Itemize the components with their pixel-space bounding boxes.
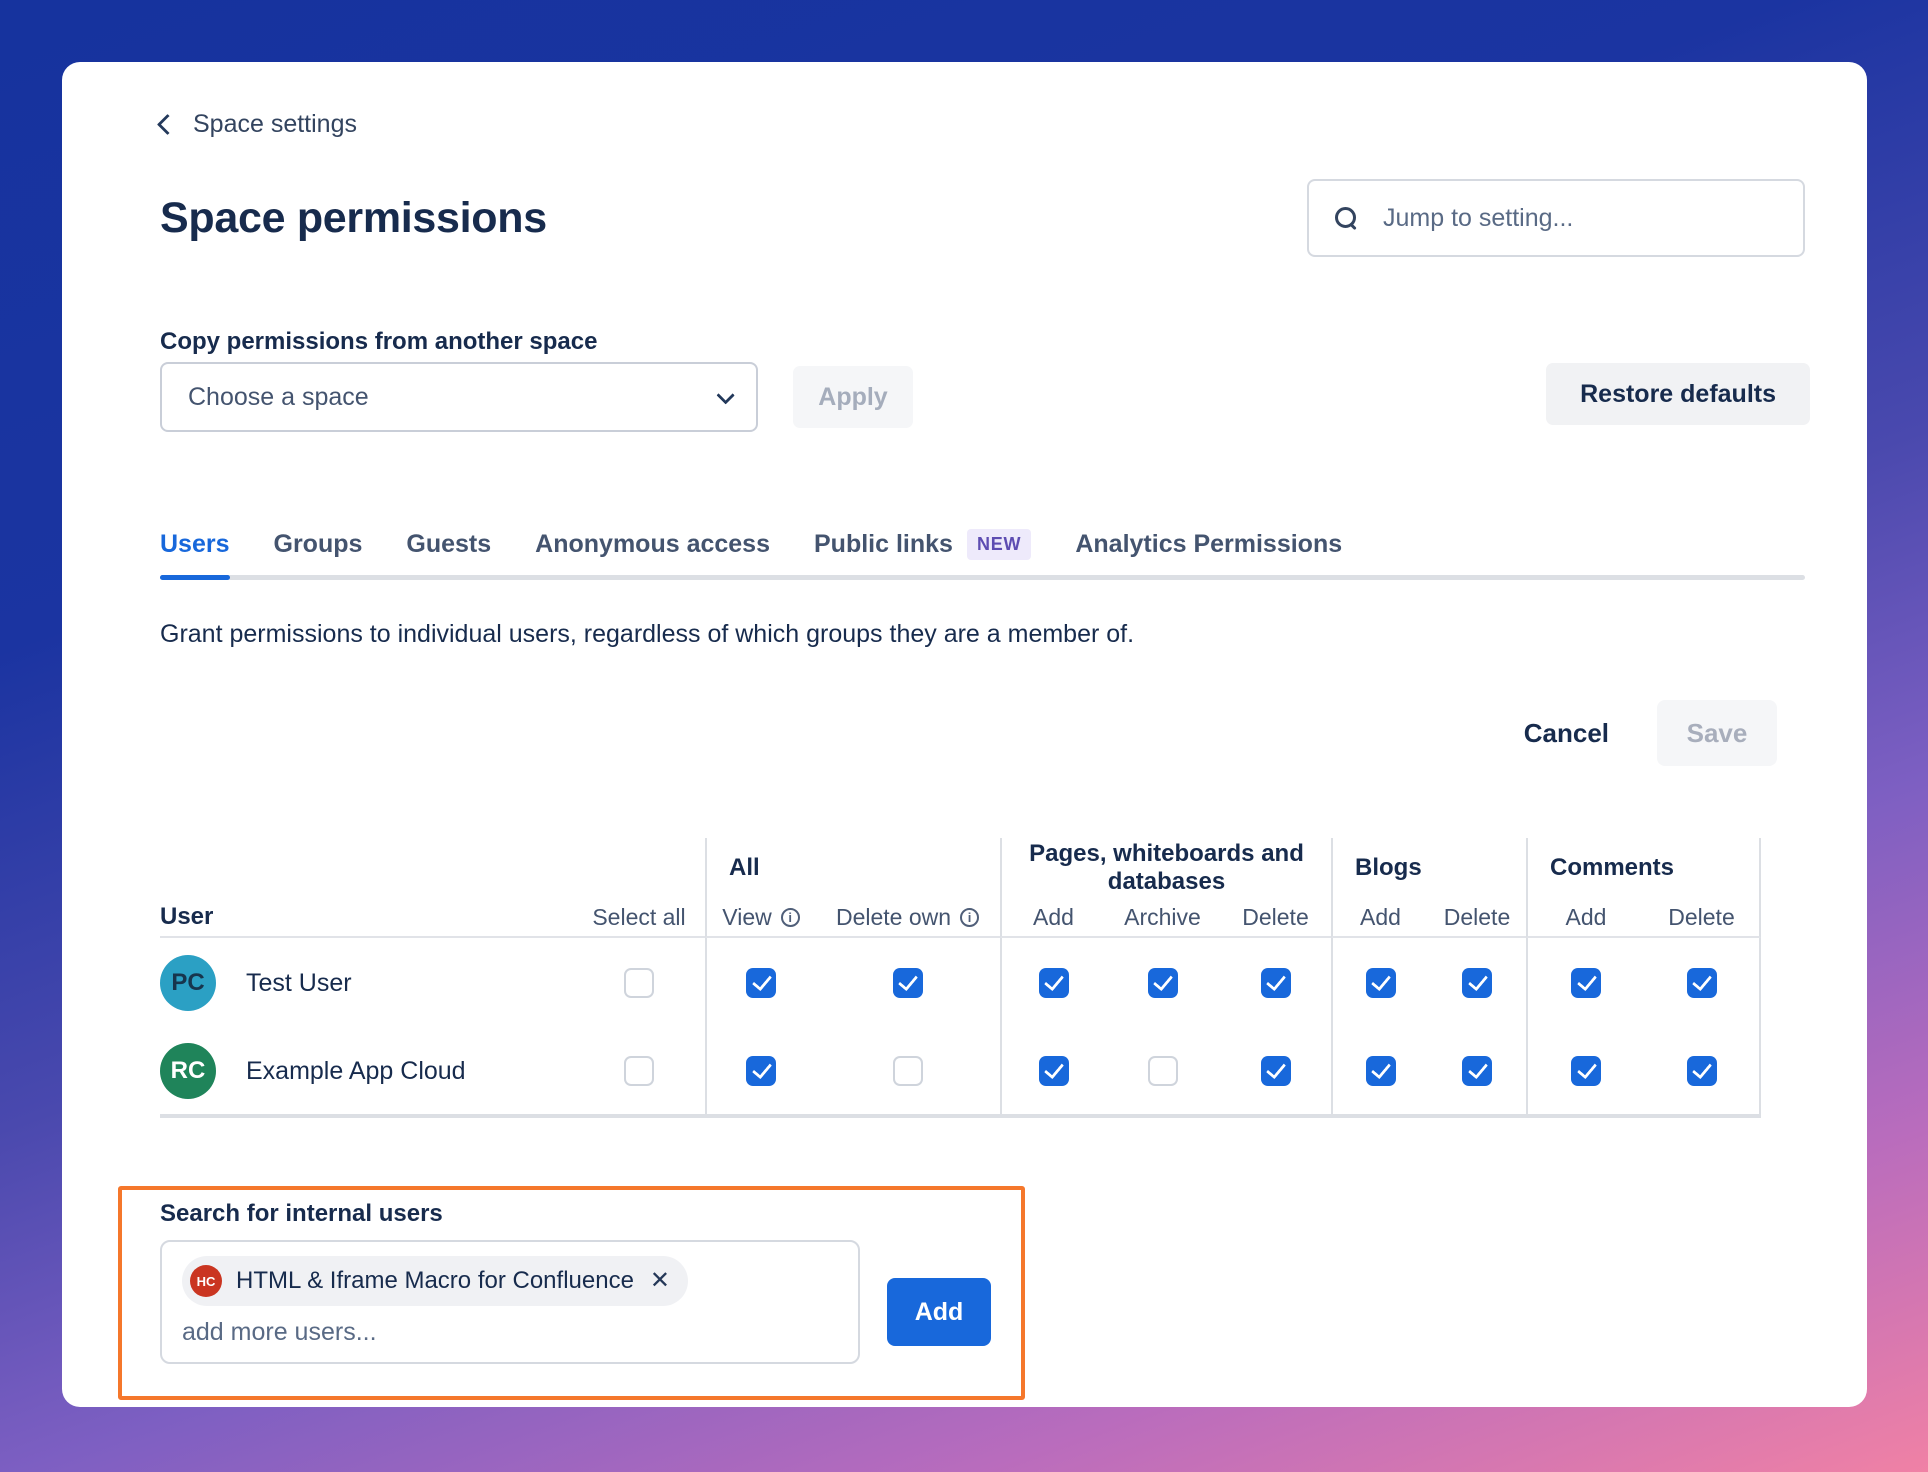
tab-public-links[interactable]: Public links NEW <box>814 529 1032 580</box>
pages-archive-checkbox[interactable] <box>1147 1056 1178 1086</box>
table-row-user: PC Test User <box>160 938 573 1028</box>
group-header-blogs: Blogs <box>1331 838 1526 898</box>
column-header-blogs-add: Add <box>1331 898 1428 938</box>
column-header-blogs-delete: Delete <box>1428 898 1526 938</box>
pages-delete-checkbox[interactable] <box>1260 968 1291 998</box>
column-header-select-all: Select all <box>573 898 705 938</box>
copy-permissions-label: Copy permissions from another space <box>160 328 598 355</box>
selected-user-chip[interactable]: HC HTML & Iframe Macro for Confluence ✕ <box>182 1256 689 1306</box>
back-label: Space settings <box>193 110 357 138</box>
cancel-button[interactable]: Cancel <box>1524 718 1609 749</box>
search-icon <box>1335 207 1357 229</box>
back-chevron-icon <box>156 113 179 136</box>
remove-icon[interactable]: ✕ <box>650 1269 670 1293</box>
pages-add-checkbox[interactable] <box>1038 1056 1069 1086</box>
tab-analytics-permissions[interactable]: Analytics Permissions <box>1075 530 1342 580</box>
add-user-button[interactable]: Add <box>887 1278 991 1346</box>
back-to-space-settings-link[interactable]: Space settings <box>156 110 357 139</box>
avatar: PC <box>160 955 216 1011</box>
choose-space-select[interactable]: Choose a space <box>160 362 758 432</box>
comments-delete-checkbox[interactable] <box>1686 968 1717 998</box>
jump-to-setting-search[interactable]: Jump to setting... <box>1307 179 1805 257</box>
tab-users[interactable]: Users <box>160 530 230 580</box>
blogs-add-checkbox[interactable] <box>1365 1056 1396 1086</box>
blogs-add-checkbox[interactable] <box>1365 968 1396 998</box>
group-header-pages: Pages, whiteboards and databases <box>1000 838 1331 898</box>
picker-placeholder: add more users... <box>182 1318 377 1346</box>
pages-delete-checkbox[interactable] <box>1260 1056 1291 1086</box>
group-header-spacer <box>160 838 705 898</box>
new-badge: NEW <box>966 529 1032 560</box>
table-actions: Cancel Save <box>1524 700 1777 766</box>
avatar: HC <box>190 1265 222 1297</box>
column-header-delete-own: Delete own <box>815 898 1000 938</box>
desktop-background: Space settings Space permissions Jump to… <box>0 0 1928 1472</box>
permissions-tab-bar: Users Groups Guests Anonymous access Pub… <box>160 529 1805 580</box>
tab-description: Grant permissions to individual users, r… <box>160 620 1135 648</box>
view-checkbox[interactable] <box>746 968 776 998</box>
info-icon[interactable] <box>960 907 980 927</box>
info-icon[interactable] <box>780 907 800 927</box>
jump-search-placeholder: Jump to setting... <box>1383 203 1574 232</box>
blogs-delete-checkbox[interactable] <box>1462 968 1492 998</box>
delete-own-checkbox[interactable] <box>892 968 923 998</box>
group-header-all: All <box>705 838 1000 898</box>
search-internal-users-label: Search for internal users <box>160 1200 443 1227</box>
delete-own-checkbox[interactable] <box>892 1056 923 1086</box>
column-header-user: User <box>160 898 573 938</box>
user-name: Test User <box>246 968 352 997</box>
chevron-down-icon <box>716 385 735 405</box>
comments-delete-checkbox[interactable] <box>1686 1056 1717 1086</box>
comments-add-checkbox[interactable] <box>1571 1056 1601 1086</box>
pages-add-checkbox[interactable] <box>1038 968 1069 998</box>
group-header-comments: Comments <box>1526 838 1761 898</box>
column-header-pages-delete: Delete <box>1220 898 1331 938</box>
permissions-table: All Pages, whiteboards and databases Blo… <box>160 838 1761 1118</box>
space-permissions-card: Space settings Space permissions Jump to… <box>62 62 1867 1407</box>
view-checkbox[interactable] <box>746 1056 776 1086</box>
column-header-pages-add: Add <box>1000 898 1105 938</box>
chip-label: HTML & Iframe Macro for Confluence <box>236 1267 634 1294</box>
save-button[interactable]: Save <box>1657 700 1777 766</box>
user-picker-input[interactable]: HC HTML & Iframe Macro for Confluence ✕ … <box>160 1240 860 1364</box>
column-header-comments-delete: Delete <box>1644 898 1761 938</box>
blogs-delete-checkbox[interactable] <box>1462 1056 1492 1086</box>
column-header-pages-archive: Archive <box>1105 898 1220 938</box>
apply-button[interactable]: Apply <box>793 366 913 428</box>
comments-add-checkbox[interactable] <box>1571 968 1601 998</box>
avatar: RC <box>160 1043 216 1099</box>
page-title: Space permissions <box>160 194 547 242</box>
restore-defaults-button[interactable]: Restore defaults <box>1546 363 1810 425</box>
select-row-checkbox[interactable] <box>624 968 654 998</box>
select-row-checkbox[interactable] <box>624 1056 654 1086</box>
tab-groups[interactable]: Groups <box>274 530 363 580</box>
choose-space-value: Choose a space <box>188 382 369 411</box>
column-header-view: View <box>705 898 815 938</box>
column-header-comments-add: Add <box>1526 898 1644 938</box>
table-row-user: RC Example App Cloud <box>160 1028 573 1118</box>
tab-guests[interactable]: Guests <box>406 530 491 580</box>
pages-archive-checkbox[interactable] <box>1147 968 1178 998</box>
user-name: Example App Cloud <box>246 1056 466 1085</box>
tab-anonymous-access[interactable]: Anonymous access <box>535 530 770 580</box>
